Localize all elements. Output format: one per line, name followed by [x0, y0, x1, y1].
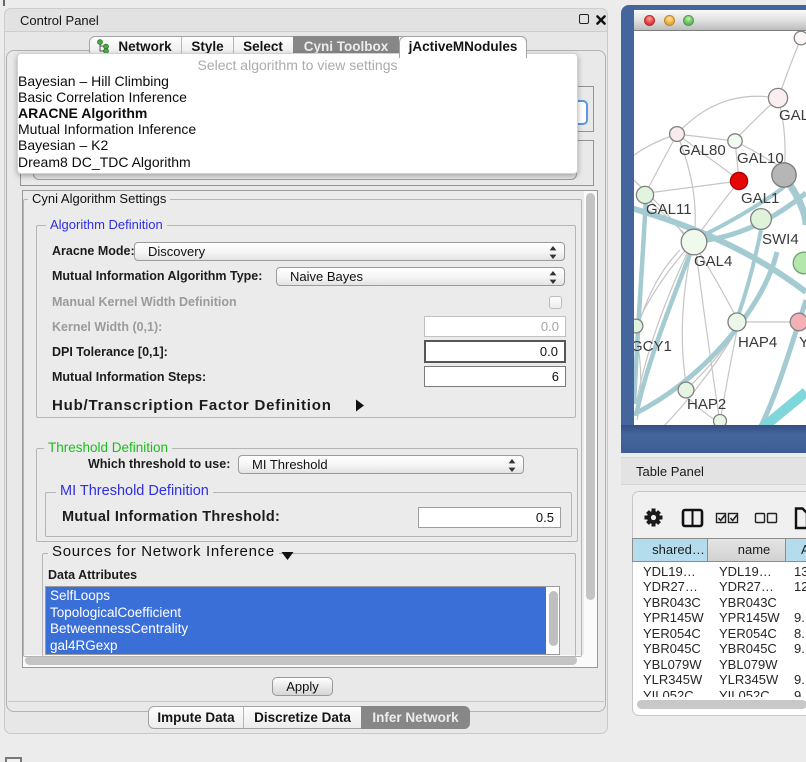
svg-text:HAP2: HAP2 — [687, 396, 726, 413]
svg-text:GAL11: GAL11 — [646, 201, 692, 218]
svg-text:GAL1: GAL1 — [741, 190, 779, 207]
svg-text:GAL10: GAL10 — [737, 150, 784, 167]
svg-text:GCY1: GCY1 — [634, 338, 672, 355]
svg-text:HAP4: HAP4 — [738, 334, 777, 351]
svg-text:GAL80: GAL80 — [779, 107, 806, 124]
svg-text:GAL4: GAL4 — [694, 253, 732, 270]
svg-text:SWI4: SWI4 — [762, 231, 799, 248]
svg-text:GAL80: GAL80 — [679, 142, 726, 159]
svg-text:YJL1: YJL1 — [799, 334, 806, 351]
